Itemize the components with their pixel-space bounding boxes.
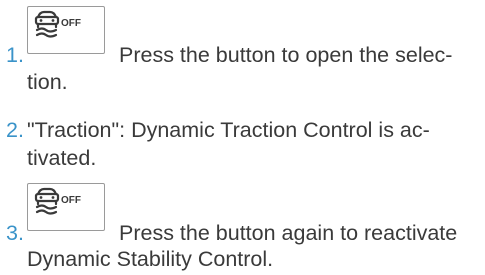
dsc-off-button[interactable]: OFF (27, 183, 105, 231)
svg-text:OFF: OFF (61, 195, 81, 206)
step-1-text-line1: Press the button to open the selec- (119, 43, 453, 67)
svg-text:OFF: OFF (61, 18, 81, 29)
dsc-off-icon: OFF (34, 10, 81, 38)
dsc-off-icon: OFF (34, 187, 81, 215)
step-3-text-line2: Dynamic Stability Control. (27, 247, 274, 271)
step-1-text-line2: tion. (27, 70, 68, 94)
step-1-number: 1. (6, 43, 24, 67)
step-2-text-line2: tivated. (27, 146, 97, 170)
step-3-number: 3. (6, 221, 24, 245)
dsc-off-button[interactable]: OFF (27, 6, 105, 54)
step-2-number: 2. (6, 118, 24, 142)
